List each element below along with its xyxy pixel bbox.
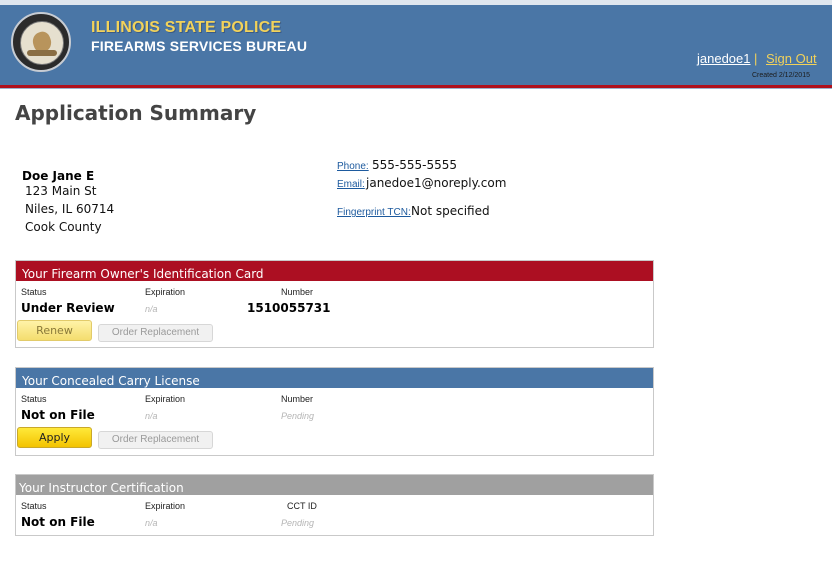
foid-panel: Your Firearm Owner's Identification Card… bbox=[15, 260, 654, 348]
header-separator: | bbox=[754, 51, 758, 66]
instructor-cct-id-label: CCT ID bbox=[287, 501, 317, 511]
address-line2: Niles, IL 60714 bbox=[25, 202, 115, 216]
ccl-panel: Your Concealed Carry License Status Expi… bbox=[15, 367, 654, 456]
state-police-seal-logo bbox=[11, 12, 71, 72]
instructor-panel: Your Instructor Certification Status Exp… bbox=[15, 474, 654, 536]
ccl-status-label: Status bbox=[21, 394, 47, 404]
sign-out-link[interactable]: Sign Out bbox=[766, 51, 817, 66]
seal-center bbox=[20, 21, 64, 65]
foid-expiration-value: n/a bbox=[145, 304, 158, 314]
foid-number-label: Number bbox=[281, 287, 314, 297]
agency-title: ILLINOIS STATE POLICE bbox=[91, 19, 282, 36]
tcn-label-link[interactable]: Fingerprint TCN: bbox=[337, 207, 411, 218]
created-date: Created 2/12/2015 bbox=[752, 72, 810, 79]
apply-button[interactable]: Apply bbox=[17, 427, 92, 448]
instructor-panel-heading: Your Instructor Certification bbox=[16, 475, 653, 495]
applicant-name: Doe Jane E bbox=[22, 169, 95, 183]
email-value: janedoe1@noreply.com bbox=[366, 176, 507, 190]
instructor-status-value: Not on File bbox=[21, 515, 95, 529]
foid-expiration-label: Expiration bbox=[145, 287, 186, 297]
foid-order-replacement-button[interactable]: Order Replacement bbox=[98, 324, 213, 342]
bureau-title: FIREARMS SERVICES BUREAU bbox=[91, 38, 308, 54]
ccl-status-value: Not on File bbox=[21, 408, 95, 422]
tcn-value: Not specified bbox=[411, 204, 490, 218]
header-rule bbox=[0, 88, 832, 89]
ccl-number-label: Number bbox=[281, 394, 314, 404]
foid-status-value: Under Review bbox=[21, 301, 115, 315]
email-label-link[interactable]: Email: bbox=[337, 179, 365, 190]
seal-ground bbox=[27, 50, 57, 56]
address-line1: 123 Main St bbox=[25, 184, 97, 198]
instructor-cct-id-value: Pending bbox=[281, 518, 315, 528]
foid-status-label: Status bbox=[21, 287, 47, 297]
ccl-expiration-value: n/a bbox=[145, 411, 158, 421]
ccl-order-replacement-button[interactable]: Order Replacement bbox=[98, 431, 213, 449]
phone-label-link[interactable]: Phone: bbox=[337, 161, 369, 172]
renew-button[interactable]: Renew bbox=[17, 320, 92, 341]
county: Cook County bbox=[25, 220, 102, 234]
foid-number-value: 1510055731 bbox=[247, 301, 331, 315]
ccl-expiration-label: Expiration bbox=[145, 394, 186, 404]
instructor-expiration-label: Expiration bbox=[145, 501, 186, 511]
ccl-panel-heading: Your Concealed Carry License bbox=[16, 368, 653, 388]
username-link[interactable]: janedoe1 bbox=[697, 51, 751, 66]
phone-value: 555-555-5555 bbox=[372, 158, 458, 172]
instructor-expiration-value: n/a bbox=[145, 518, 158, 528]
page-title: Application Summary bbox=[15, 101, 257, 125]
foid-panel-heading: Your Firearm Owner's Identification Card bbox=[16, 261, 653, 281]
ccl-number-value: Pending bbox=[281, 411, 315, 421]
instructor-status-label: Status bbox=[21, 501, 47, 511]
